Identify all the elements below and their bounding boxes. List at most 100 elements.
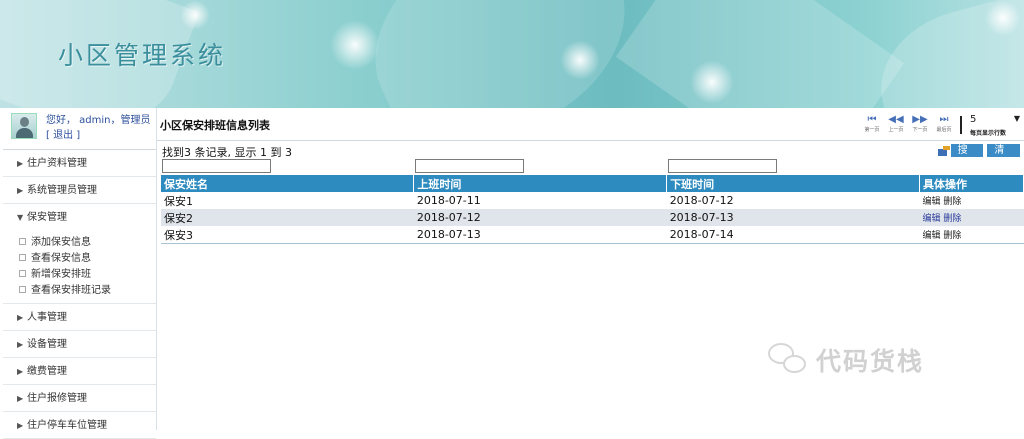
sidebar-item-parking[interactable]: ▶ 住户停车车位管理 [3,412,156,439]
submenu-label: 查看保安信息 [31,253,91,264]
sidebar-item-label: 人事管理 [27,312,67,323]
filter-name-input[interactable] [162,159,271,173]
sidebar-item-label: 系统管理员管理 [27,185,97,196]
row-actions[interactable]: 编辑 删除 [919,209,1024,226]
table-row[interactable]: 保安3 2018-07-13 2018-07-14 编辑 删除 [161,226,1024,243]
avatar [11,113,37,139]
prev-page-button[interactable]: ◀◀ 上一页 [884,113,908,137]
page-title: 小区保安排班信息列表 [160,119,270,132]
action-buttons: 搜索 清除 [938,144,1024,169]
sidebar-item-equipment[interactable]: ▶ 设备管理 [3,331,156,358]
row-actions[interactable]: 编辑 删除 [920,226,1024,243]
caret-down-icon: ▼ [17,213,24,222]
sidebar-item-hr[interactable]: ▶ 人事管理 [3,304,156,331]
sidebar-item-payments[interactable]: ▶ 缴费管理 [3,358,156,385]
end-time-cell: 2018-07-14 [669,228,734,241]
column-header[interactable]: 保安姓名 [161,175,415,192]
submenu-add-shift[interactable]: 新增保安排班 [19,267,156,283]
export-icon[interactable] [938,145,950,156]
start-time-cell: 2018-07-13 [416,228,481,241]
start-time-cell: 2018-07-12 [413,209,667,226]
banner-light [690,60,734,104]
caret-right-icon: ▶ [17,159,24,168]
shift-table: 保安姓名 上班时间 下班时间 具体操作 保安1 2018-07-11 2018-… [161,175,1024,243]
submenu-label: 查看保安排班记录 [31,285,111,296]
table-row[interactable]: 保安1 2018-07-11 2018-07-12 编辑 删除 [161,192,1024,209]
bullet-square-icon [19,254,26,261]
sidebar-item-label: 设备管理 [27,339,67,350]
main-content: 小区保安排班信息列表 ⏮ 第一页 ◀◀ 上一页 ▶▶ 下一页 ⏭ 最后页 5 ▼ 每页显… [157,108,1024,430]
caret-right-icon: ▶ [17,421,24,430]
next-page-button[interactable]: ▶▶ 下一页 [908,113,932,137]
first-page-button[interactable]: ⏮ 第一页 [860,113,884,137]
next-page-icon: ▶▶ [912,114,928,125]
prev-page-label: 上一页 [888,127,904,133]
first-page-icon: ⏮ [867,114,877,125]
table-header-row: 保安姓名 上班时间 下班时间 具体操作 [161,175,1024,192]
sidebar-item-admins[interactable]: ▶ 系统管理员管理 [3,177,156,204]
user-info: 您好， admin，管理员 [ 退出 ] [46,113,151,143]
pager-divider [960,116,962,134]
sidebar-item-label: 住户报修管理 [27,393,87,404]
sidebar-item-residents[interactable]: ▶ 住户资料管理 [3,150,156,177]
sidebar-item-repairs[interactable]: ▶ 住户报修管理 [3,385,156,412]
site-title: 小区管理系统 [58,41,227,70]
user-panel: 您好， admin，管理员 [ 退出 ] [3,108,156,150]
column-header[interactable]: 下班时间 [666,175,921,192]
sidebar-item-label: 住户资料管理 [27,158,87,169]
filter-start-input[interactable] [415,159,524,173]
end-time-cell: 2018-07-12 [669,194,734,207]
user-greeting: 您好， admin，管理员 [46,115,151,126]
banner-light [985,0,1021,36]
row-actions[interactable]: 编辑 删除 [920,192,1024,209]
caret-right-icon: ▶ [17,313,24,322]
table-bottom-border [161,243,1024,244]
banner-decoration [615,0,905,108]
submenu-label: 添加保安信息 [31,237,91,248]
column-header[interactable]: 上班时间 [413,175,668,192]
bullet-square-icon [19,238,26,245]
submenu-label: 新增保安排班 [31,269,91,280]
clear-button[interactable]: 清除 [987,144,1020,169]
sidebar: 您好， admin，管理员 [ 退出 ] ▶ 住户资料管理 ▶ 系统管理员管理 ▼ 保… [3,108,157,439]
filter-end-input[interactable] [668,159,777,173]
page-size-value: 5 [970,114,977,125]
table-row[interactable]: 保安2 2018-07-12 2018-07-13 编辑 删除 [161,209,1024,226]
pagination: ⏮ 第一页 ◀◀ 上一页 ▶▶ 下一页 ⏭ 最后页 5 ▼ 每页显示行数 [860,112,1020,138]
prev-page-icon: ◀◀ [888,114,904,125]
sidebar-item-label: 保安管理 [27,212,67,223]
watermark: 代码货栈 [768,342,924,378]
record-count: 找到3 条记录, 显示 1 到 3 [162,146,292,159]
banner-decoration [342,0,658,108]
last-page-button[interactable]: ⏭ 最后页 [932,113,956,137]
sidebar-item-label: 缴费管理 [27,366,67,377]
sidebar-item-security[interactable]: ▼ 保安管理 [3,204,156,231]
sidebar-item-label: 住户停车车位管理 [27,420,107,431]
security-submenu: 添加保安信息 查看保安信息 新增保安排班 查看保安排班记录 [3,231,156,304]
start-time-cell: 2018-07-11 [416,194,481,207]
banner-light [180,0,210,30]
wechat-icon [768,343,808,377]
submenu-add-guard[interactable]: 添加保安信息 [19,235,156,251]
page-size-label: 每页显示行数 [970,130,1007,137]
submenu-view-guards[interactable]: 查看保安信息 [19,251,156,267]
banner-light [560,40,600,80]
banner-light [330,20,380,70]
chevron-down-icon: ▼ [1013,114,1020,123]
bullet-square-icon [19,270,26,277]
page-size-select[interactable]: 5 ▼ 每页显示行数 [968,113,1020,137]
guard-name-cell: 保安2 [161,209,414,226]
caret-right-icon: ▶ [17,340,24,349]
last-page-label: 最后页 [936,127,952,133]
logout-link[interactable]: [ 退出 ] [46,128,151,143]
next-page-label: 下一页 [912,127,928,133]
header-banner: 小区管理系统 [0,0,1024,108]
guard-name-cell: 保安3 [164,228,193,242]
column-header: 具体操作 [919,175,1024,192]
search-button[interactable]: 搜索 [950,144,984,169]
submenu-view-shifts[interactable]: 查看保安排班记录 [19,283,156,299]
caret-right-icon: ▶ [17,394,24,403]
caret-right-icon: ▶ [17,186,24,195]
list-title-bar: 小区保安排班信息列表 ⏮ 第一页 ◀◀ 上一页 ▶▶ 下一页 ⏭ 最后页 5 ▼ 每页显… [157,108,1024,141]
last-page-icon: ⏭ [939,114,949,125]
